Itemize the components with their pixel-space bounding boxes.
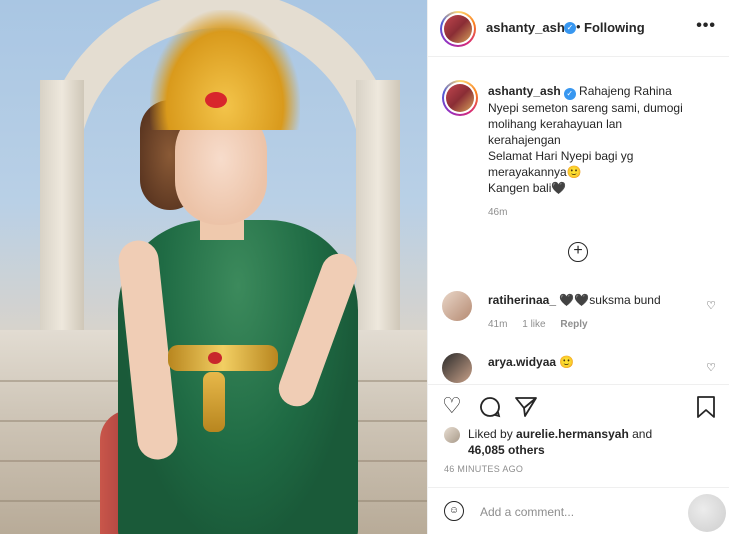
caption-line: Kangen bali🖤 <box>488 181 567 195</box>
commenter-avatar[interactable] <box>442 353 472 383</box>
avatar-image <box>444 15 472 43</box>
verified-icon: ✓ <box>564 22 576 34</box>
comment-like-icon[interactable]: ♡ <box>706 361 716 374</box>
caption-line: Rahajeng Rahina <box>579 84 672 98</box>
figure-crown <box>150 10 300 130</box>
belt-gem <box>208 352 222 364</box>
load-more-comments-icon[interactable]: + <box>568 242 588 262</box>
background-pillar-left <box>40 80 84 340</box>
comment-input[interactable] <box>480 501 680 523</box>
liker-avatar[interactable] <box>444 427 460 443</box>
caption-line: Nyepi semeton sareng sami, dumogi <box>488 101 683 115</box>
comment-bubble-icon[interactable] <box>478 395 502 423</box>
figure-belt <box>168 345 278 371</box>
post-sidebar: ashanty_ash ✓ • Following ••• ashanty_as… <box>427 0 729 534</box>
caption-line: molihang kerahayuan lan <box>488 117 623 131</box>
like-heart-icon[interactable]: ♡ <box>442 395 462 417</box>
comment-body: 🙂 <box>559 355 575 369</box>
crown-flower <box>205 92 227 108</box>
comment-body: 🖤🖤suksma bund <box>559 293 661 307</box>
caption-text: ashanty_ash ✓ Rahajeng Rahina Nyepi semet… <box>488 83 714 196</box>
reply-button[interactable]: Reply <box>560 319 587 330</box>
commenter-avatar[interactable] <box>442 291 472 321</box>
author-username[interactable]: ashanty_ash <box>486 20 565 35</box>
commenter-username[interactable]: arya.widyaa <box>488 355 556 369</box>
background-pillar-right <box>356 80 400 340</box>
caption-line: kerahajengan <box>488 133 561 147</box>
action-bar: ♡ <box>428 384 729 428</box>
caption-timestamp[interactable]: 46m <box>488 207 507 218</box>
comment-meta: 41m 1 like Reply <box>488 319 600 330</box>
post-header: ashanty_ash ✓ • Following ••• <box>428 0 729 57</box>
following-button[interactable]: Following <box>584 20 645 35</box>
avatar-border <box>442 13 474 45</box>
caption-username[interactable]: ashanty_ash <box>488 84 561 98</box>
commenter-username[interactable]: ratiherinaa_ <box>488 293 556 307</box>
more-options-icon[interactable]: ••• <box>696 17 716 35</box>
comment-like-icon[interactable]: ♡ <box>706 299 716 312</box>
comment-text: ratiherinaa_ 🖤🖤suksma bund <box>488 293 661 307</box>
comment-likes[interactable]: 1 like <box>522 319 545 330</box>
author-avatar[interactable] <box>440 11 476 47</box>
liker-username[interactable]: aurelie.hermansyah <box>516 427 629 441</box>
caption-line: merayakannya🙂 <box>488 165 582 179</box>
share-icon[interactable] <box>514 395 538 423</box>
comment-text: arya.widyaa 🙂 <box>488 355 574 369</box>
caption-line: Selamat Hari Nyepi bagi yg <box>488 149 634 163</box>
save-bookmark-icon[interactable] <box>695 395 717 423</box>
separator-dot: • <box>576 19 581 34</box>
verified-icon: ✓ <box>563 88 576 100</box>
likes-prefix: Liked by <box>468 427 513 441</box>
caption-author-avatar[interactable] <box>442 80 478 116</box>
comment-time[interactable]: 41m <box>488 319 507 330</box>
likes-conjunction: and <box>632 427 653 441</box>
emoji-icon[interactable]: ☺ <box>444 501 464 521</box>
add-comment-bar: ☺ <box>428 487 729 534</box>
key-icon <box>688 494 726 532</box>
likes-count[interactable]: 46,085 others <box>468 443 545 457</box>
avatar-border <box>444 82 476 114</box>
avatar-image <box>446 84 474 112</box>
post-timestamp[interactable]: 46 MINUTES AGO <box>444 464 523 474</box>
belt-pendant <box>203 372 225 432</box>
likes-line: Liked by aurelie.hermansyah and <box>468 427 652 441</box>
post-photo[interactable] <box>0 0 427 534</box>
